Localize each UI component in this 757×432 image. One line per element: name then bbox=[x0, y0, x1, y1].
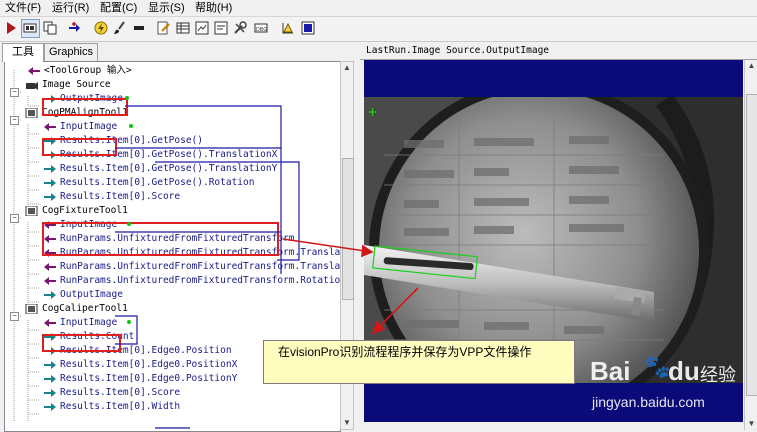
instruction-callout: 在visionPro识别流程程序并保存为VPP文件操作 bbox=[263, 340, 575, 384]
dbg-icon[interactable]: DBG bbox=[253, 20, 270, 37]
tab-tools[interactable]: 工具 bbox=[2, 43, 44, 62]
tab-graphics[interactable]: Graphics bbox=[44, 43, 98, 61]
scroll-up-icon[interactable]: ▲ bbox=[745, 60, 757, 72]
image-title: LastRun.Image Source.OutputImage bbox=[366, 45, 550, 56]
output-icon[interactable] bbox=[300, 20, 317, 37]
add-terminal-icon[interactable] bbox=[66, 20, 83, 37]
edit-icon[interactable] bbox=[156, 20, 173, 37]
image-scrollbar[interactable]: ▲ ▼ bbox=[744, 60, 757, 430]
scroll-thumb[interactable] bbox=[342, 158, 354, 300]
menu-run[interactable]: 运行(R) bbox=[52, 1, 89, 15]
watermark-brand-a: Bai bbox=[590, 356, 631, 386]
brush-icon[interactable] bbox=[112, 20, 129, 37]
menu-bar: 文件(F) 运行(R) 配置(C) 显示(S) 帮助(H) bbox=[0, 0, 757, 17]
callout-text: 在visionPro识别流程程序并保存为VPP文件操作 bbox=[278, 345, 532, 359]
watermark-url: jingyan.baidu.com bbox=[592, 394, 705, 410]
scroll-down-icon[interactable]: ▼ bbox=[341, 417, 353, 429]
toolbar: DBG bbox=[0, 17, 757, 42]
image-hscrollbar[interactable] bbox=[364, 422, 743, 430]
remove-icon[interactable] bbox=[131, 20, 148, 37]
menu-help[interactable]: 帮助(H) bbox=[195, 1, 232, 15]
image-title-bar: LastRun.Image Source.OutputImage bbox=[360, 42, 757, 60]
image-graphics-icon[interactable] bbox=[213, 20, 230, 37]
run-icon[interactable] bbox=[3, 20, 20, 37]
watermark-brand-c: 经验 bbox=[700, 365, 736, 385]
warning-sort-icon[interactable] bbox=[280, 20, 297, 37]
menu-view[interactable]: 显示(S) bbox=[148, 1, 185, 15]
lightning-icon[interactable] bbox=[93, 20, 110, 37]
wrench-icon[interactable] bbox=[232, 20, 249, 37]
menu-file[interactable]: 文件(F) bbox=[5, 1, 41, 15]
svg-text:DBG: DBG bbox=[256, 27, 267, 33]
scroll-down-icon[interactable]: ▼ bbox=[745, 418, 757, 430]
paw-icon: 🐾 bbox=[643, 354, 671, 379]
toolgroup-view-icon[interactable] bbox=[21, 19, 40, 38]
results-grid-icon[interactable] bbox=[175, 20, 192, 37]
menu-config[interactable]: 配置(C) bbox=[100, 1, 137, 15]
scroll-thumb[interactable] bbox=[746, 94, 757, 396]
watermark-brand-b: du bbox=[668, 356, 700, 386]
copy-icon[interactable] bbox=[42, 20, 59, 37]
image-icon[interactable] bbox=[194, 20, 211, 37]
scroll-up-icon[interactable]: ▲ bbox=[341, 62, 353, 74]
